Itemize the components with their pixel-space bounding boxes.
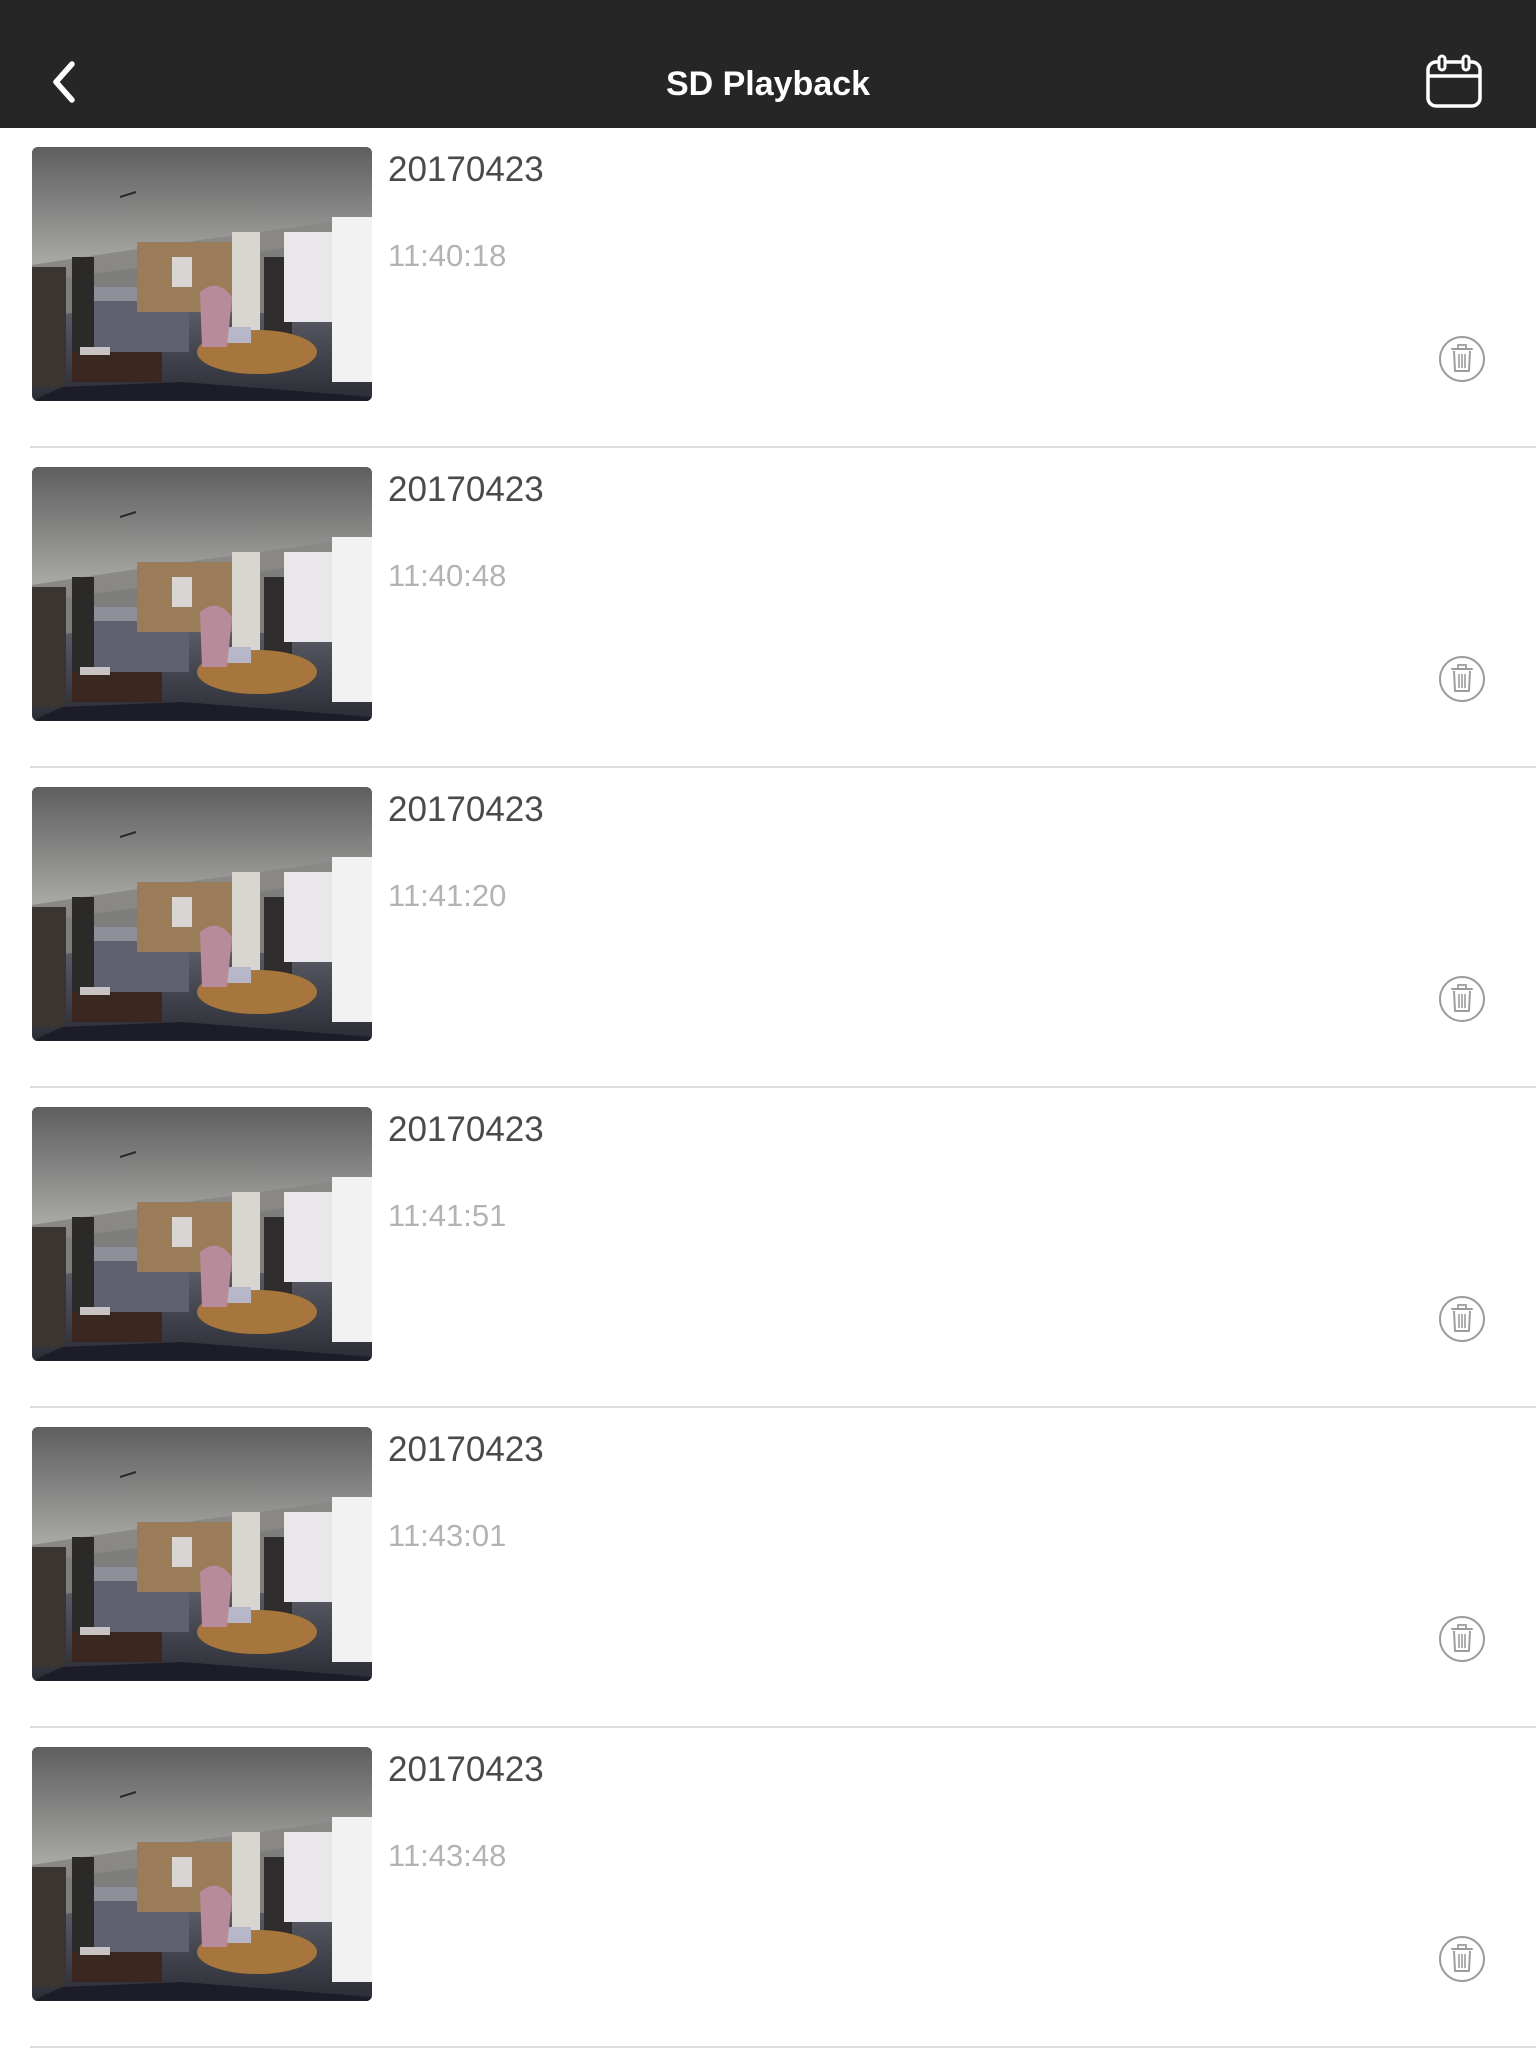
recording-row[interactable]: 20170423 11:43:48 (0, 1728, 1536, 2048)
recording-date: 20170423 (388, 1750, 544, 1789)
room-camera-thumbnail (32, 1427, 372, 1681)
recording-date: 20170423 (388, 1430, 544, 1469)
delete-button[interactable] (1438, 1935, 1486, 1983)
delete-button[interactable] (1438, 655, 1486, 703)
calendar-icon (1426, 54, 1482, 108)
recording-list: 20170423 11:40:18 20170423 11:40:48 2017… (0, 128, 1536, 2048)
recording-row[interactable]: 20170423 11:43:01 (0, 1408, 1536, 1728)
trash-icon (1439, 1296, 1485, 1342)
recording-date: 20170423 (388, 1110, 544, 1149)
trash-icon (1439, 976, 1485, 1022)
trash-icon (1439, 336, 1485, 382)
trash-icon (1439, 656, 1485, 702)
recording-row[interactable]: 20170423 11:40:48 (0, 448, 1536, 768)
room-camera-thumbnail (32, 467, 372, 721)
recording-time: 11:41:51 (388, 1198, 507, 1233)
recording-date: 20170423 (388, 470, 544, 509)
recording-thumbnail[interactable] (32, 1747, 372, 2001)
recording-thumbnail[interactable] (32, 147, 372, 401)
recording-thumbnail[interactable] (32, 787, 372, 1041)
recording-thumbnail[interactable] (32, 1427, 372, 1681)
recording-thumbnail[interactable] (32, 467, 372, 721)
trash-icon (1439, 1616, 1485, 1662)
recording-time: 11:43:01 (388, 1518, 507, 1553)
recording-time: 11:40:18 (388, 238, 507, 273)
calendar-button[interactable] (1424, 54, 1484, 110)
recording-time: 11:43:48 (388, 1838, 507, 1873)
room-camera-thumbnail (32, 147, 372, 401)
recording-thumbnail[interactable] (32, 1107, 372, 1361)
recording-row[interactable]: 20170423 11:41:20 (0, 768, 1536, 1088)
room-camera-thumbnail (32, 1747, 372, 2001)
recording-date: 20170423 (388, 790, 544, 829)
trash-icon (1439, 1936, 1485, 1982)
page-title: SD Playback (665, 65, 871, 103)
delete-button[interactable] (1438, 1615, 1486, 1663)
delete-button[interactable] (1438, 975, 1486, 1023)
recording-date: 20170423 (388, 150, 544, 189)
room-camera-thumbnail (32, 787, 372, 1041)
recording-row[interactable]: 20170423 11:40:18 (0, 128, 1536, 448)
delete-button[interactable] (1438, 335, 1486, 383)
navigation-bar: SD Playback (0, 0, 1536, 128)
recording-row[interactable]: 20170423 11:41:51 (0, 1088, 1536, 1408)
recording-time: 11:41:20 (388, 878, 507, 913)
room-camera-thumbnail (32, 1107, 372, 1361)
delete-button[interactable] (1438, 1295, 1486, 1343)
recording-time: 11:40:48 (388, 558, 507, 593)
sd-playback-screen: SD Playback 20170423 11:40:18 20170423 1… (0, 0, 1536, 2048)
